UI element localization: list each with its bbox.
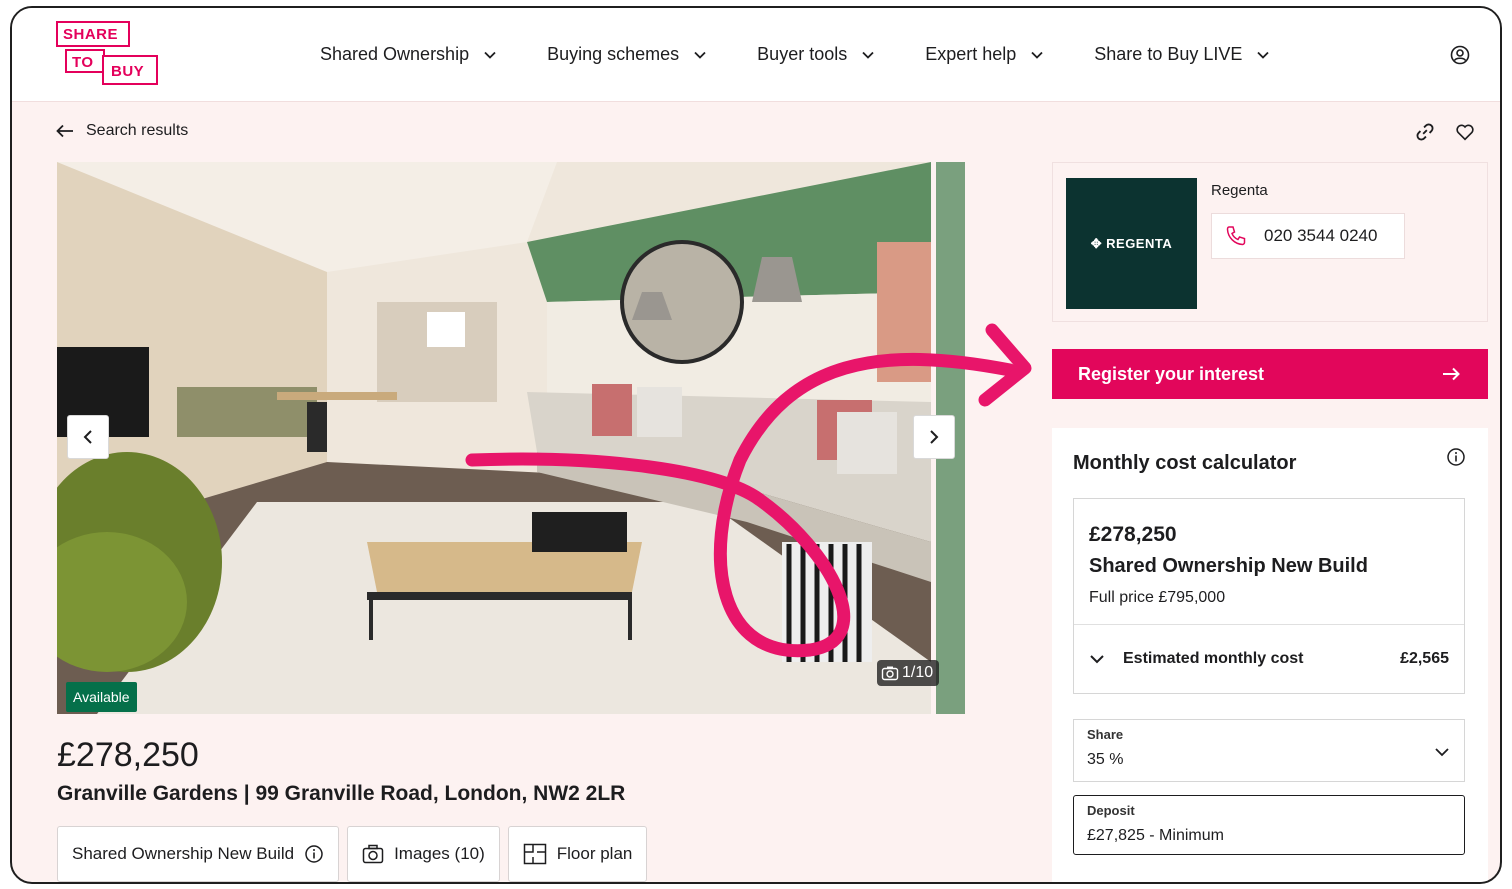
- nav-label: Buying schemes: [547, 44, 680, 64]
- share-value: 35 %: [1087, 751, 1124, 768]
- logo-share: SHARE: [56, 21, 130, 47]
- info-icon[interactable]: [1446, 447, 1466, 467]
- chevron-down-icon: [484, 51, 496, 59]
- chevron-right-icon: [930, 430, 939, 444]
- share-label: Share: [1087, 727, 1124, 742]
- app-frame: SHARE TO BUY Shared Ownership Buying sch…: [10, 6, 1502, 884]
- regenta-logo[interactable]: ✥ REGENTA: [1066, 178, 1197, 309]
- nav-expert-help[interactable]: Expert help: [925, 44, 1044, 65]
- arrow-right-icon: [1443, 367, 1460, 381]
- account-icon[interactable]: [1450, 45, 1470, 65]
- previous-image-button[interactable]: [67, 415, 109, 459]
- summary-full-price: Full price £795,000: [1089, 589, 1226, 606]
- summary-scheme: Shared Ownership New Build: [1089, 555, 1368, 577]
- deposit-input[interactable]: Deposit £27,825 - Minimum: [1073, 795, 1465, 855]
- scheme-chip[interactable]: Shared Ownership New Build: [57, 826, 340, 882]
- floor-plan-chip[interactable]: Floor plan: [507, 826, 648, 882]
- back-label: Search results: [86, 122, 189, 139]
- summary-price: £278,250: [1089, 523, 1177, 546]
- listing-price: £278,250: [57, 736, 199, 774]
- photo-gallery: Available 1/10: [57, 162, 965, 714]
- agent-name: Regenta: [1211, 182, 1268, 199]
- nav-label: Share to Buy LIVE: [1094, 44, 1243, 64]
- status-badge: Available: [66, 682, 137, 712]
- phone-icon: [1226, 226, 1246, 246]
- camera-icon: [881, 666, 899, 681]
- register-interest-button[interactable]: Register your interest: [1052, 349, 1488, 399]
- listing-actions: [1414, 121, 1476, 143]
- next-image-button[interactable]: [913, 415, 955, 459]
- deposit-value: £27,825 - Minimum: [1087, 827, 1224, 844]
- floor-plan-icon: [523, 843, 547, 865]
- monthly-cost-value: £2,565: [1400, 650, 1449, 667]
- property-photo[interactable]: [57, 162, 931, 714]
- link-icon[interactable]: [1414, 121, 1436, 143]
- logo-buy: BUY: [102, 55, 158, 85]
- deposit-label: Deposit: [1087, 803, 1135, 818]
- estimated-monthly-cost-toggle[interactable]: Estimated monthly cost £2,565: [1089, 625, 1449, 693]
- nav-shared-ownership[interactable]: Shared Ownership: [320, 44, 497, 65]
- chevron-down-icon: [1435, 748, 1449, 757]
- arrow-left-icon: [56, 124, 73, 138]
- nav-label: Shared Ownership: [320, 44, 470, 64]
- counter-text: 1/10: [902, 664, 934, 681]
- cost-summary: £278,250 Shared Ownership New Build Full…: [1073, 498, 1465, 694]
- listing-chips: Shared Ownership New Build Images (10) F…: [57, 826, 648, 882]
- heart-icon[interactable]: [1454, 121, 1476, 143]
- nav-buyer-tools[interactable]: Buyer tools: [757, 44, 875, 65]
- phone-number: 020 3544 0240: [1264, 226, 1378, 245]
- calculator-title: Monthly cost calculator: [1073, 452, 1297, 474]
- diamond-icon: ✥: [1090, 235, 1103, 251]
- chevron-left-icon: [83, 430, 92, 444]
- share-select[interactable]: Share 35 %: [1073, 719, 1465, 782]
- image-counter: 1/10: [877, 660, 940, 686]
- living-room-image: [57, 162, 931, 714]
- register-label: Register your interest: [1078, 363, 1265, 384]
- floor-plan-label: Floor plan: [556, 844, 633, 863]
- scheme-label: Shared Ownership New Build: [72, 844, 295, 863]
- agent-card: ✥ REGENTA Regenta 020 3544 0240: [1052, 162, 1488, 322]
- chevron-down-icon: [1031, 51, 1043, 59]
- info-icon: [305, 845, 323, 863]
- nav-label: Buyer tools: [757, 44, 848, 64]
- images-label: Images (10): [394, 844, 485, 863]
- agent-logo-text: REGENTA: [1106, 236, 1173, 251]
- chevron-down-icon: [862, 51, 874, 59]
- main-nav: Shared Ownership Buying schemes Buyer to…: [320, 44, 1320, 65]
- chevron-down-icon: [1090, 655, 1104, 664]
- site-header: SHARE TO BUY Shared Ownership Buying sch…: [12, 8, 1500, 102]
- chevron-down-icon: [694, 51, 706, 59]
- nav-label: Expert help: [925, 44, 1017, 64]
- call-agent-button[interactable]: 020 3544 0240: [1211, 213, 1405, 259]
- nav-buying-schemes[interactable]: Buying schemes: [547, 44, 707, 65]
- monthly-cost-calculator: Monthly cost calculator £278,250 Shared …: [1052, 428, 1488, 882]
- back-to-search-results[interactable]: Search results: [56, 122, 188, 140]
- chevron-down-icon: [1257, 51, 1270, 59]
- images-chip[interactable]: Images (10): [347, 826, 500, 882]
- monthly-cost-label: Estimated monthly cost: [1123, 650, 1304, 667]
- camera-icon: [362, 844, 384, 864]
- logo-to: TO: [65, 49, 105, 73]
- listing-address: Granville Gardens | 99 Granville Road, L…: [57, 782, 626, 805]
- share-to-buy-logo[interactable]: SHARE TO BUY: [56, 21, 158, 85]
- nav-share-to-buy-live[interactable]: Share to Buy LIVE: [1094, 44, 1270, 65]
